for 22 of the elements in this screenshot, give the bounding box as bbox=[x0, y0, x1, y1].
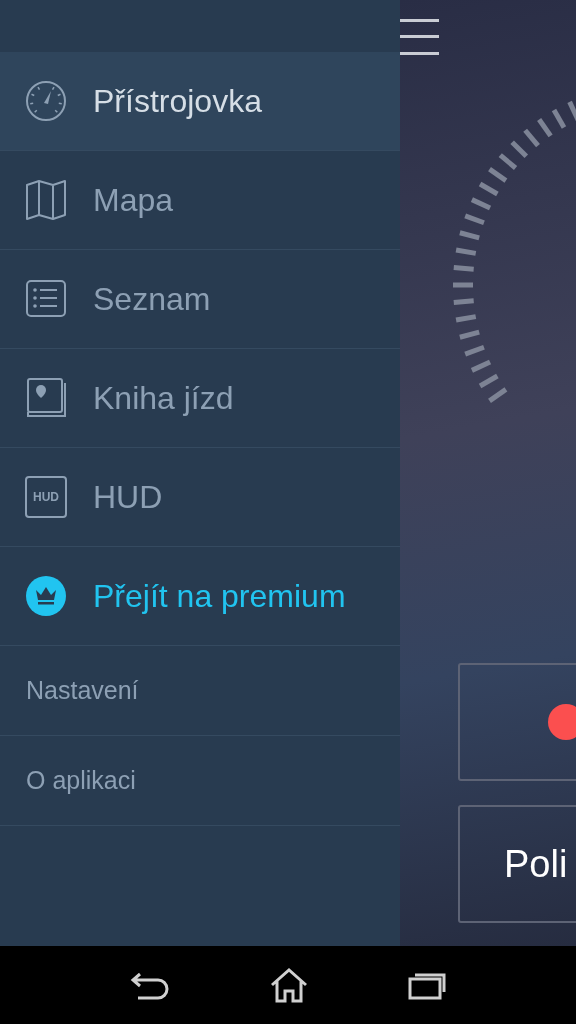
home-icon[interactable] bbox=[269, 967, 309, 1003]
menu-link[interactable]: Nastavení bbox=[26, 671, 139, 710]
menu-icon[interactable] bbox=[400, 19, 439, 57]
menu-item[interactable]: Přejít na premium bbox=[0, 547, 400, 646]
menu-link[interactable]: O aplikaci bbox=[26, 761, 136, 800]
record-button[interactable] bbox=[458, 663, 576, 781]
photo-album-icon bbox=[25, 377, 67, 419]
back-icon[interactable] bbox=[129, 970, 170, 1000]
menu-item[interactable]: Přístrojovka bbox=[0, 52, 400, 151]
menu-label: Mapa bbox=[93, 181, 174, 220]
speedometer-icon bbox=[25, 80, 67, 122]
action-button[interactable]: Poli bbox=[458, 805, 576, 923]
menu-label: Kniha jízd bbox=[93, 379, 234, 418]
menu-label: HUD bbox=[93, 478, 163, 517]
crown-icon bbox=[25, 575, 67, 617]
hud-icon: HUD bbox=[25, 476, 67, 518]
menu-label: Přístrojovka bbox=[93, 82, 262, 121]
menu-label: Seznam bbox=[93, 280, 211, 319]
map-icon bbox=[25, 179, 67, 221]
list-icon bbox=[25, 278, 67, 320]
menu-label: Přejít na premium bbox=[93, 577, 346, 616]
menu-item[interactable]: Kniha jízd bbox=[0, 349, 400, 448]
